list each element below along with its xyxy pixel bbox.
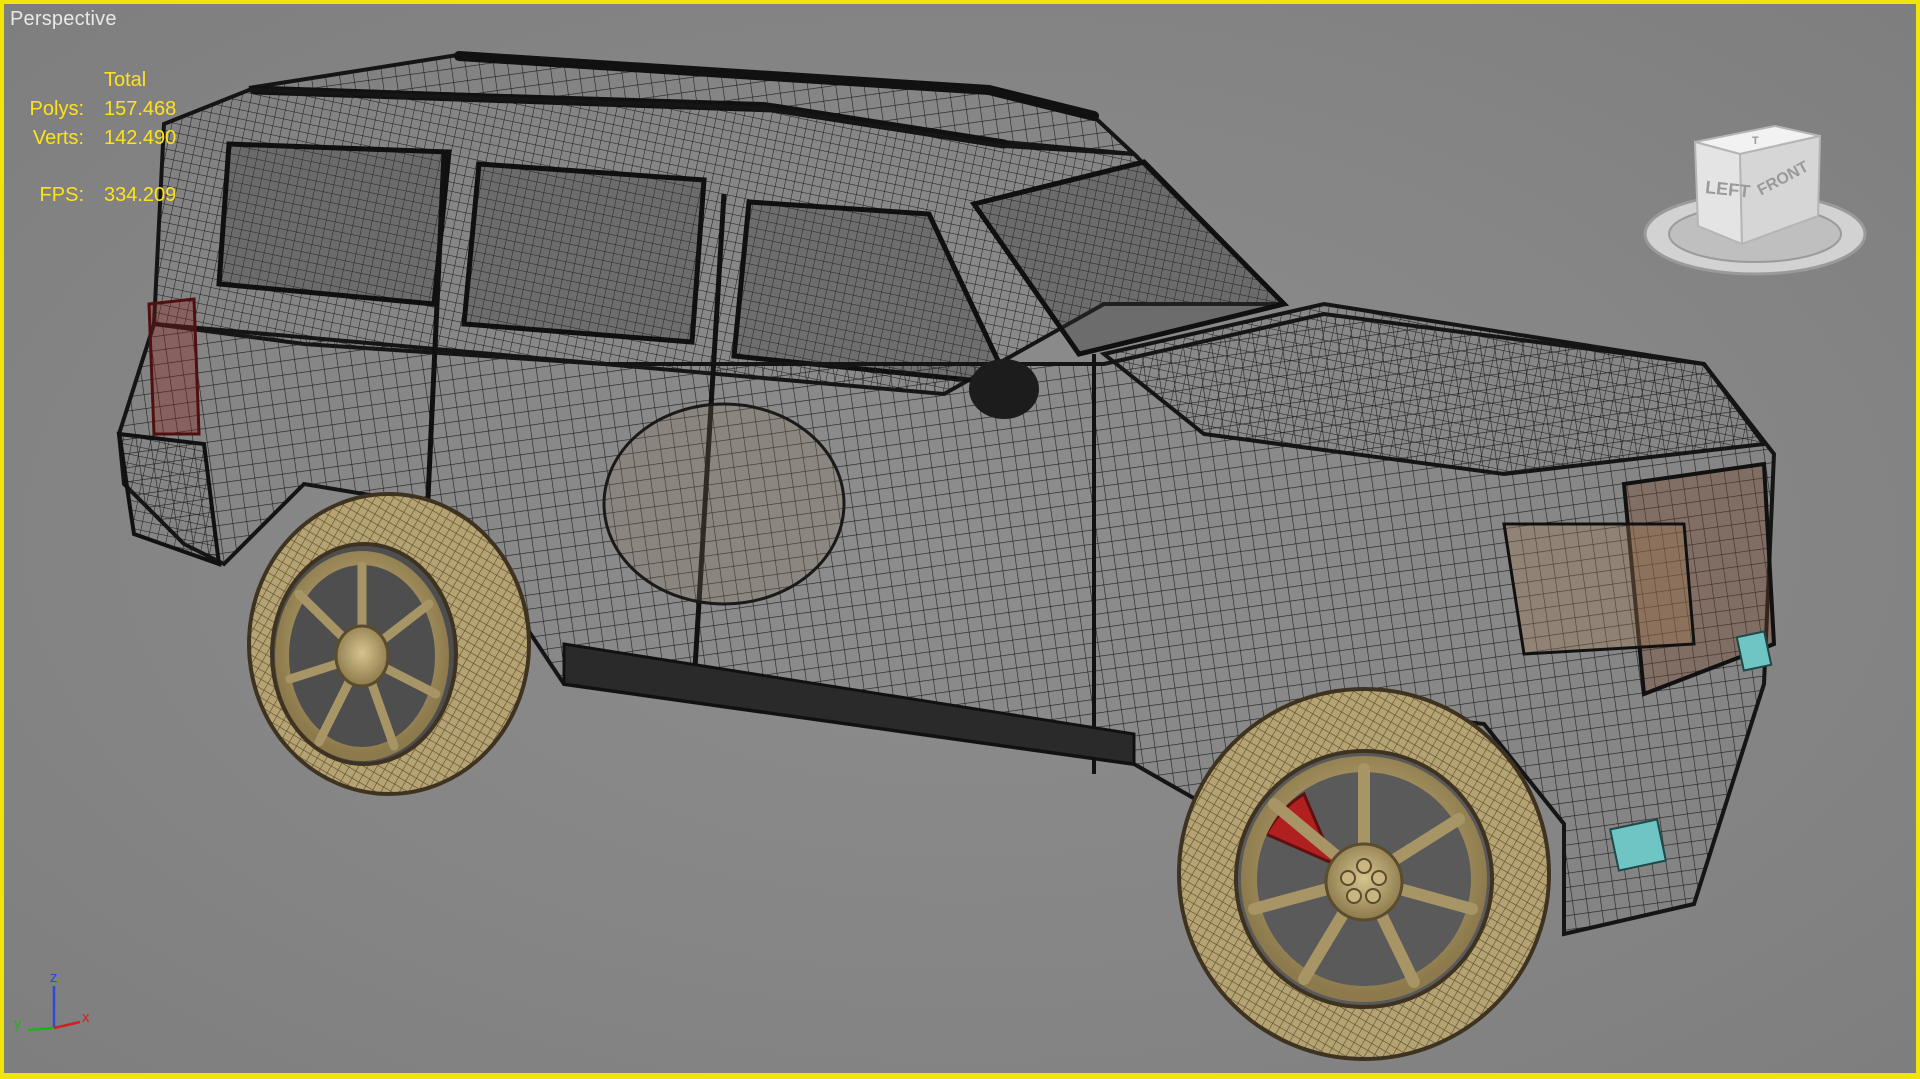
viewcube-icon[interactable]: LEFT FRONT T	[1640, 116, 1870, 286]
wireframe-suv-model[interactable]	[4, 4, 1920, 1079]
axis-z-label: z	[50, 970, 58, 986]
polys-row: Polys: 157.468	[26, 95, 204, 124]
viewport-label[interactable]: Perspective	[10, 8, 117, 31]
stats-header: Total	[104, 69, 147, 91]
rear-wheel	[247, 492, 531, 796]
verts-row: Verts: 142.490	[26, 124, 204, 153]
fps-label: FPS:	[39, 184, 84, 206]
polys-value: 157.468	[104, 98, 177, 120]
polys-label: Polys:	[29, 98, 84, 120]
axis-x-label: x	[82, 1009, 90, 1026]
axis-y-label: y	[14, 1015, 22, 1032]
verts-label: Verts:	[32, 127, 84, 149]
front-wheel	[1177, 687, 1551, 1061]
perspective-viewport[interactable]: Perspective Total Polys: 157.468 Verts: …	[0, 0, 1920, 1079]
axis-tripod-icon: z x y	[14, 970, 90, 1032]
viewcube-top-text: T	[1752, 135, 1759, 147]
verts-value: 142.490	[104, 127, 177, 149]
fps-row: FPS: 334.209	[26, 181, 204, 210]
statistics-overlay: Total Polys: 157.468 Verts: 142.490 FPS:…	[26, 66, 204, 210]
fps-value: 334.209	[104, 184, 177, 206]
